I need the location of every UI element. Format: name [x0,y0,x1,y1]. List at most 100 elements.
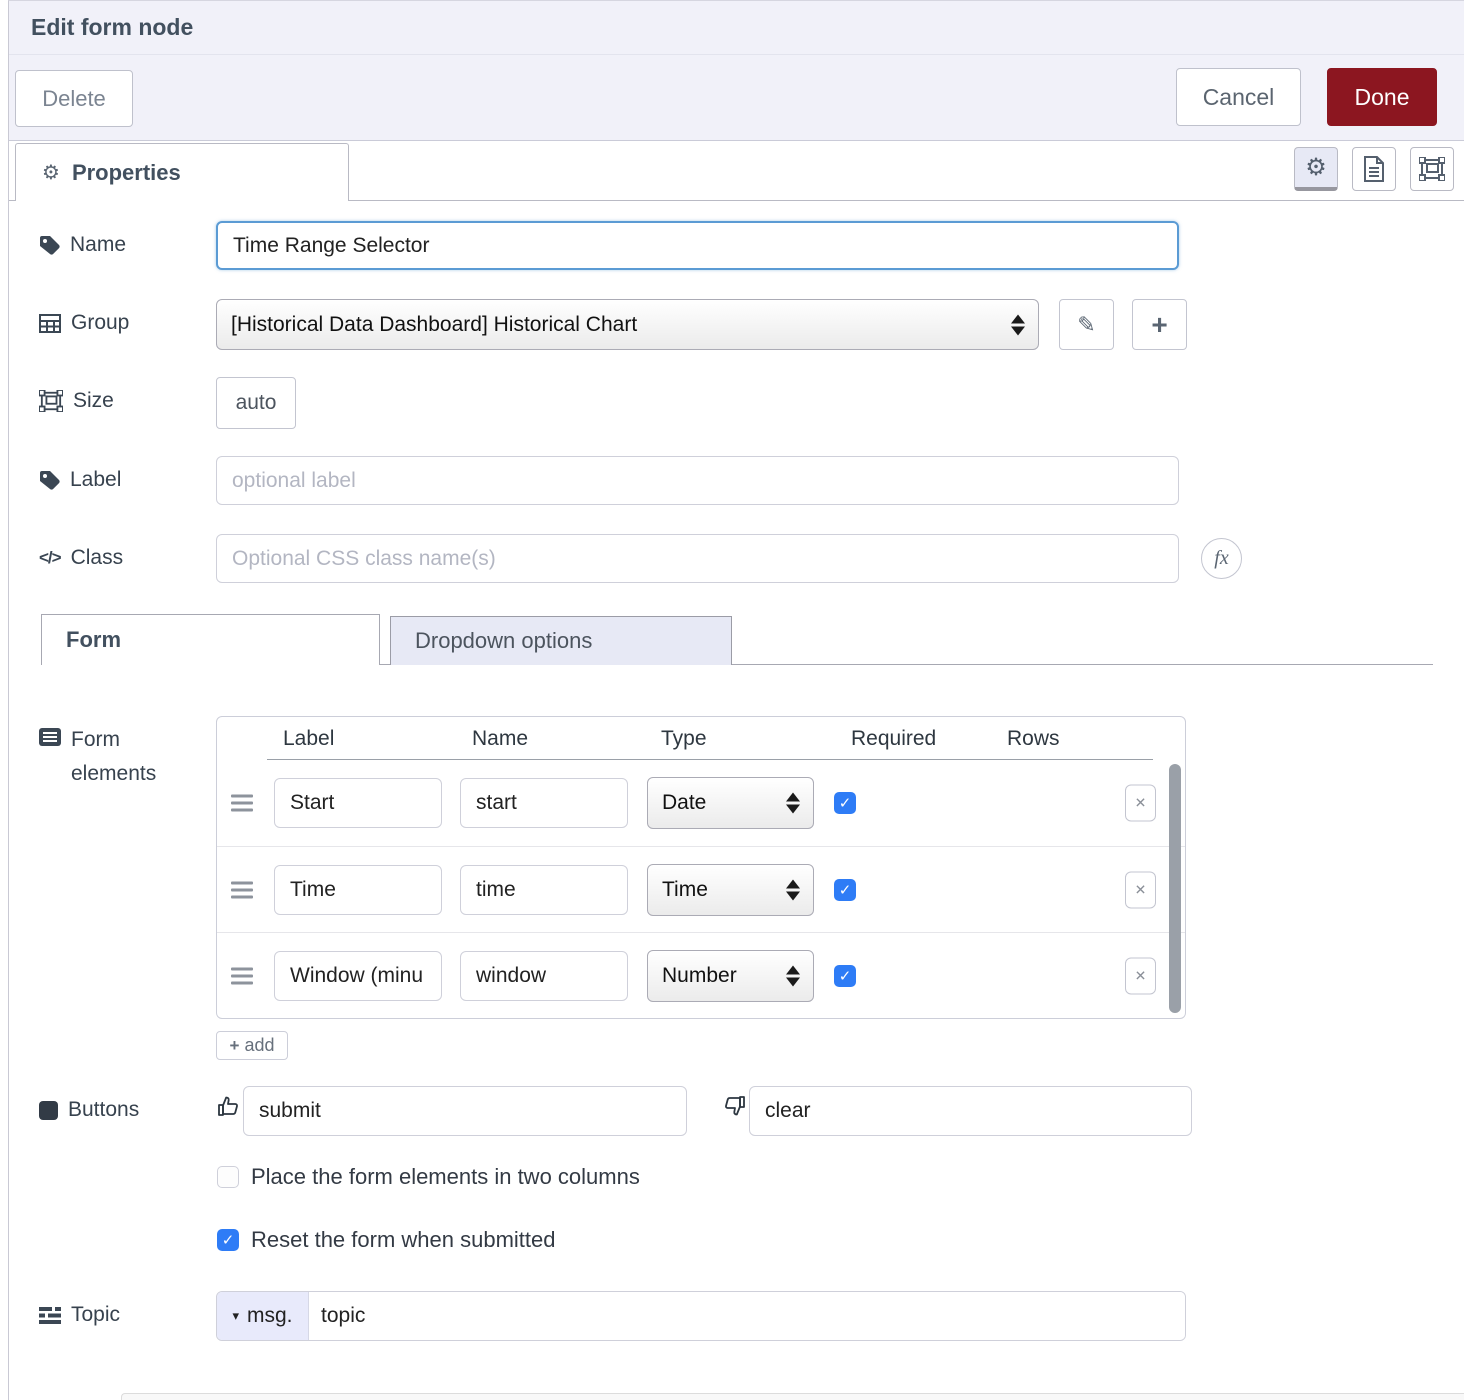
close-icon: ✕ [1134,794,1147,811]
cancel-button[interactable]: Cancel [1176,68,1301,126]
dialog-action-bar: Delete Cancel Done [9,55,1464,141]
add-group-button[interactable]: + [1132,299,1187,350]
object-group-icon [39,390,63,412]
class-input[interactable] [216,534,1179,583]
label-field-label: Label [39,468,121,492]
close-icon: ✕ [1134,967,1147,983]
square-icon [39,1100,58,1120]
column-header: Label [283,727,335,750]
tray-resize-strip [121,1393,1464,1400]
reset-form-checkbox[interactable]: ✓ [217,1229,239,1251]
group-select-value: [Historical Data Dashboard] Historical C… [231,312,638,336]
element-required-checkbox[interactable]: ✓ [834,878,856,901]
appearance-view-button[interactable] [1410,147,1454,191]
properties-view-button[interactable]: ⚙ [1294,147,1338,191]
form-element-row: Number ✓ ✕ [217,932,1185,1018]
delete-row-button[interactable]: ✕ [1125,871,1156,908]
element-type-select[interactable]: Number [647,949,814,1002]
element-label-input[interactable] [274,778,442,828]
group-field-label: Group [39,311,129,335]
group-select[interactable]: [Historical Data Dashboard] Historical C… [216,299,1039,350]
select-arrows-icon [786,792,800,814]
scrollbar[interactable] [1169,764,1181,1013]
list-alt-icon [39,728,61,746]
topic-type-select[interactable]: ▾ msg. [217,1292,309,1340]
column-header: Rows [1007,727,1060,750]
table-icon [39,313,61,333]
name-input[interactable] [216,221,1179,270]
tab-dropdown-options[interactable]: Dropdown options [390,616,732,665]
section-tab-row: Form Dropdown options [41,614,1433,665]
pencil-icon: ✎ [1077,311,1096,337]
element-required-checkbox[interactable]: ✓ [834,792,856,814]
clear-button-label-input[interactable] [749,1086,1192,1136]
element-name-input[interactable] [460,950,628,1001]
two-columns-option: Place the form elements in two columns [217,1164,640,1190]
element-name-input[interactable] [460,864,628,915]
done-button[interactable]: Done [1327,68,1437,126]
tag-icon [39,235,60,256]
caret-down-icon: ▾ [232,1308,239,1323]
edit-form-node-dialog: Edit form node Delete Cancel Done ⚙ Prop… [8,0,1464,1400]
label-input[interactable] [216,456,1179,505]
description-view-button[interactable] [1352,147,1396,191]
topic-typed-input: ▾ msg. [216,1291,1186,1341]
edit-group-button[interactable]: ✎ [1059,299,1114,350]
document-icon [1364,156,1384,182]
scrollbar-thumb[interactable] [1169,764,1181,1013]
gear-icon: ⚙ [1305,154,1327,181]
delete-button[interactable]: Delete [15,70,133,127]
element-label-input[interactable] [274,950,442,1001]
drag-handle-icon[interactable] [231,963,253,988]
size-field-label: Size [39,389,114,413]
plus-icon: + [1151,308,1168,340]
delete-row-button[interactable]: ✕ [1125,957,1156,994]
column-header: Name [472,727,529,750]
code-icon: </> [39,548,62,567]
topic-value-input[interactable] [309,1292,1185,1340]
form-element-row: Time ✓ ✕ [217,846,1185,932]
form-elements-list: Label Name Type Required Rows Date ✓ ✕ [216,716,1186,1019]
plus-icon: + [229,1035,240,1055]
name-field-label: Name [39,233,126,257]
thumbs-up-icon [217,1094,241,1118]
submit-button-label-input[interactable] [243,1086,687,1136]
select-arrows-icon [1011,314,1025,335]
gear-icon: ⚙ [42,162,60,184]
drag-handle-icon[interactable] [231,791,253,816]
form-element-row: Date ✓ ✕ [217,760,1185,846]
dialog-title: Edit form node [31,14,194,40]
drag-handle-icon[interactable] [231,877,253,902]
reset-form-option: ✓ Reset the form when submitted [217,1227,555,1253]
thumbs-down-icon [722,1094,746,1118]
tag-icon [39,470,60,491]
topic-field-label: Topic [39,1303,120,1327]
form-elements-header: Label Name Type Required Rows [217,717,1185,760]
element-type-select[interactable]: Time [647,863,814,916]
size-button[interactable]: auto [216,377,296,429]
column-header: Type [661,727,707,750]
select-arrows-icon [786,965,800,986]
class-field-label: </> Class [39,546,124,569]
add-element-button[interactable]: + add [216,1031,288,1060]
fx-button[interactable]: fx [1201,538,1242,579]
element-type-select[interactable]: Date [647,777,814,829]
object-group-icon [1419,157,1445,181]
element-name-input[interactable] [460,778,628,828]
dialog-header: Edit form node [9,1,1464,55]
buttons-field-label: Buttons [39,1098,139,1122]
tab-form[interactable]: Form [41,614,380,665]
properties-tab-label: Properties [71,159,181,185]
properties-panel: Name Group [Historical Data Dashboard] H… [9,201,1464,1400]
element-label-input[interactable] [274,864,442,915]
editor-tab-row: ⚙ Properties ⚙ [9,141,1464,201]
bars-icon [39,1306,61,1324]
close-icon: ✕ [1134,881,1147,897]
delete-row-button[interactable]: ✕ [1125,784,1156,822]
two-columns-checkbox[interactable] [217,1166,239,1188]
form-elements-label: Form elements [39,723,199,790]
element-required-checkbox[interactable]: ✓ [834,964,856,987]
fx-icon: fx [1214,547,1229,569]
select-arrows-icon [786,879,800,900]
tab-properties[interactable]: ⚙ Properties [15,143,349,201]
